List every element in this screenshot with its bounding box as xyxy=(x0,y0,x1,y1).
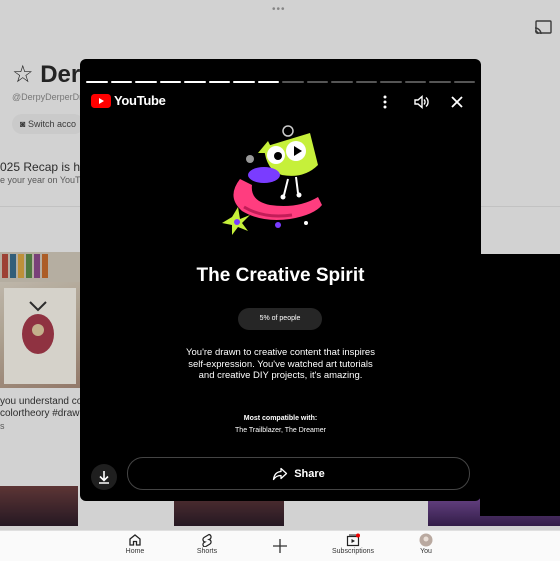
progress-segment xyxy=(184,81,206,83)
nav-subscriptions-label: Subscriptions xyxy=(331,548,375,555)
progress-segment xyxy=(233,81,255,83)
nav-you-label: You xyxy=(420,548,432,555)
compatible-label: Most compatible with: xyxy=(243,415,318,422)
progress-segment xyxy=(429,81,451,83)
close-icon[interactable] xyxy=(448,93,466,111)
progress-segment xyxy=(306,81,328,83)
percent-badge: 5% of people xyxy=(238,308,322,330)
download-button[interactable] xyxy=(91,464,117,490)
recap-story-modal: YouTube The Creative Spirit 5% of people… xyxy=(80,59,481,501)
progress-segment xyxy=(282,81,304,83)
progress-segment xyxy=(110,81,132,83)
nav-subscriptions[interactable]: Subscriptions xyxy=(323,533,383,555)
avatar xyxy=(419,533,433,547)
progress-segment xyxy=(380,81,402,83)
recap-title: The Creative Spirit xyxy=(196,265,365,286)
progress-segment xyxy=(404,81,426,83)
compatible-value: The Trailblazer, The Dreamer xyxy=(235,427,326,434)
youtube-logo: YouTube xyxy=(91,93,166,108)
nav-home-label: Home xyxy=(125,548,145,555)
download-icon xyxy=(99,471,109,484)
progress-segment xyxy=(453,81,475,83)
progress-segment xyxy=(331,81,353,83)
subscriptions-icon xyxy=(346,533,360,547)
nav-shorts-label: Shorts xyxy=(196,548,218,555)
youtube-logo-icon xyxy=(91,93,111,108)
recap-description: You're drawn to creative content that in… xyxy=(186,347,375,381)
home-icon xyxy=(129,534,141,546)
share-button[interactable]: Share xyxy=(127,457,470,490)
shorts-icon xyxy=(202,533,212,547)
share-label: Share xyxy=(294,467,325,480)
story-progress-bar xyxy=(86,81,475,83)
more-options-icon[interactable] xyxy=(376,93,394,111)
progress-segment xyxy=(86,81,108,83)
share-icon xyxy=(273,467,288,480)
nav-you[interactable]: You xyxy=(396,533,456,555)
volume-icon[interactable] xyxy=(412,93,430,111)
progress-segment xyxy=(355,81,377,83)
progress-segment xyxy=(257,81,279,83)
progress-segment xyxy=(208,81,230,83)
create-plus-icon[interactable] xyxy=(270,536,290,556)
nav-shorts[interactable]: Shorts xyxy=(177,533,237,555)
progress-segment xyxy=(135,81,157,83)
bottom-navigation: Home Shorts Subscriptions You xyxy=(0,530,560,561)
progress-segment xyxy=(159,81,181,83)
nav-home[interactable]: Home xyxy=(105,533,165,555)
youtube-wordmark: YouTube xyxy=(114,93,166,108)
creative-spirit-illustration xyxy=(222,125,322,235)
